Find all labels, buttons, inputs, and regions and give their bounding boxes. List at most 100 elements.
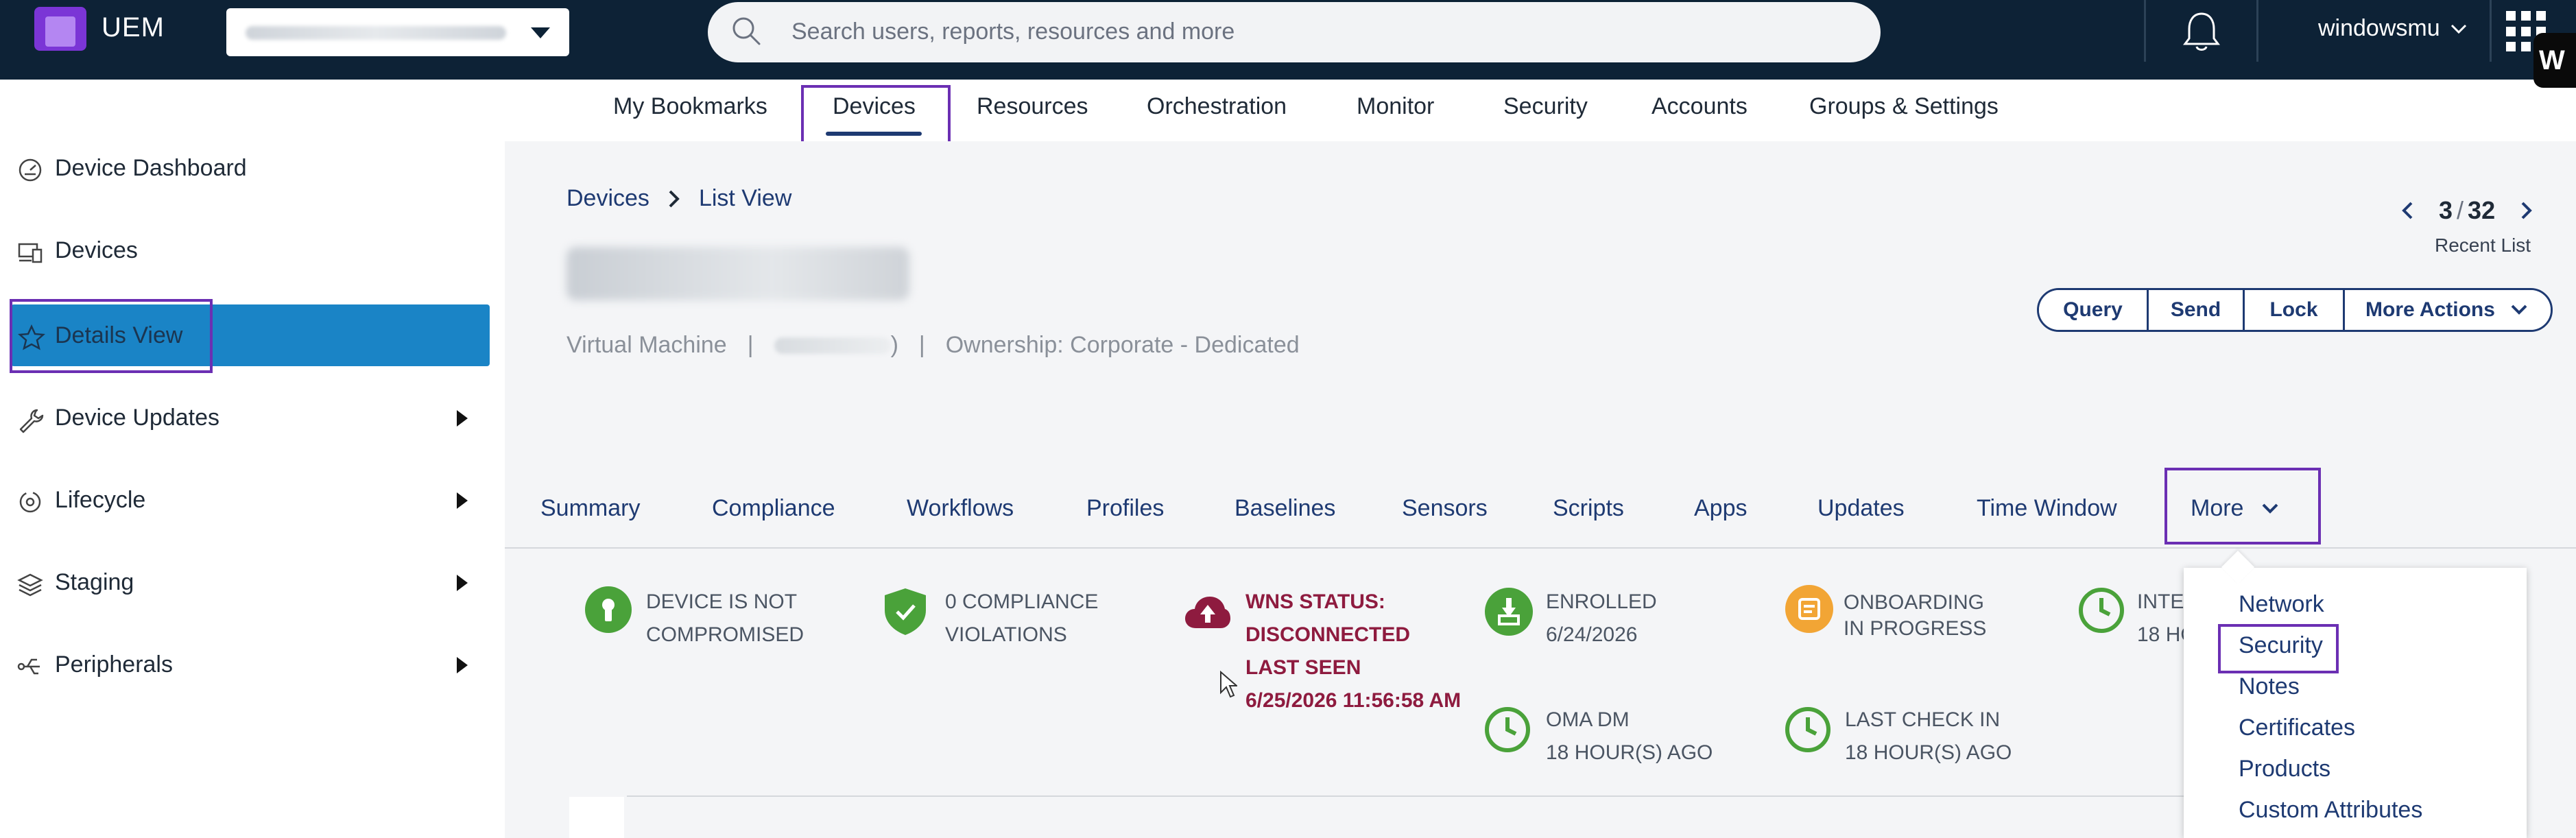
highlight-box-more bbox=[2164, 468, 2321, 544]
menu-item-certificates[interactable]: Certificates bbox=[2239, 715, 2355, 741]
username: windowsmu bbox=[2318, 15, 2440, 41]
topbar-divider bbox=[2256, 0, 2258, 62]
clock-icon bbox=[1785, 707, 1830, 752]
more-actions-button[interactable]: More Actions bbox=[2345, 290, 2551, 330]
expand-arrow-icon[interactable] bbox=[457, 575, 468, 591]
layers-icon bbox=[17, 573, 43, 597]
tab-apps[interactable]: Apps bbox=[1694, 495, 1748, 522]
clock-icon bbox=[2079, 588, 2124, 633]
breadcrumb-list-view-link[interactable]: List View bbox=[699, 185, 791, 212]
devices-icon bbox=[18, 243, 43, 263]
nav-orchestration[interactable]: Orchestration bbox=[1147, 93, 1287, 120]
query-button[interactable]: Query bbox=[2039, 290, 2149, 330]
sidebar-item-device-dashboard[interactable]: Device Dashboard bbox=[0, 137, 491, 199]
chevron-left-icon[interactable] bbox=[2400, 200, 2416, 221]
device-os-redacted bbox=[774, 337, 891, 354]
sidebar-item-label: Devices bbox=[55, 237, 138, 263]
sidebar-item-staging[interactable]: Staging bbox=[0, 551, 491, 613]
lock-button[interactable]: Lock bbox=[2245, 290, 2345, 330]
menu-item-custom-attributes[interactable]: Custom Attributes bbox=[2239, 797, 2422, 824]
chevron-right-icon[interactable] bbox=[2518, 200, 2533, 221]
global-search[interactable] bbox=[708, 2, 1881, 62]
nav-monitor[interactable]: Monitor bbox=[1357, 93, 1434, 120]
expand-arrow-icon[interactable] bbox=[457, 410, 468, 427]
chevron-right-icon bbox=[669, 190, 680, 207]
nav-resources[interactable]: Resources bbox=[977, 93, 1088, 120]
status-compliance: 0 COMPLIANCE VIOLATIONS bbox=[945, 590, 1099, 646]
more-actions-label: More Actions bbox=[2365, 298, 2495, 321]
clock-icon bbox=[1485, 707, 1530, 752]
search-input[interactable] bbox=[791, 16, 1820, 47]
tab-sensors[interactable]: Sensors bbox=[1402, 495, 1488, 522]
nav-security[interactable]: Security bbox=[1503, 93, 1588, 120]
mouse-cursor-icon bbox=[1220, 671, 1237, 698]
status-onboarding: ONBOARDING IN PROGRESS bbox=[1844, 591, 1987, 640]
tab-baselines[interactable]: Baselines bbox=[1235, 495, 1335, 522]
highlight-box-security bbox=[2218, 624, 2339, 673]
padlock-ok-icon bbox=[585, 586, 632, 633]
caret-down-icon bbox=[531, 27, 550, 38]
meta-separator: | bbox=[747, 332, 754, 358]
tab-compliance[interactable]: Compliance bbox=[712, 495, 835, 522]
user-menu[interactable]: windowsmu bbox=[2318, 15, 2468, 42]
lifecycle-icon bbox=[19, 491, 41, 513]
breadcrumb-devices-link[interactable]: Devices bbox=[567, 185, 649, 212]
sidebar: Device Dashboard Devices Details View De… bbox=[0, 137, 501, 838]
search-icon bbox=[732, 17, 761, 45]
nav-accounts[interactable]: Accounts bbox=[1651, 93, 1748, 120]
tab-updates[interactable]: Updates bbox=[1817, 495, 1905, 522]
pager-separator: / bbox=[2457, 196, 2464, 224]
uem-logo[interactable] bbox=[34, 7, 86, 51]
wrench-icon bbox=[19, 409, 44, 433]
status-enrolled: ENROLLED 6/24/2026 bbox=[1546, 590, 1657, 646]
sidebar-item-device-updates[interactable]: Device Updates bbox=[0, 387, 491, 448]
tab-scripts[interactable]: Scripts bbox=[1553, 495, 1624, 522]
sidebar-item-label: Lifecycle bbox=[55, 487, 146, 513]
send-button[interactable]: Send bbox=[2149, 290, 2245, 330]
organization-group-select[interactable] bbox=[226, 8, 569, 56]
tabs-divider bbox=[505, 547, 2576, 549]
recent-list-label: Recent List bbox=[2435, 235, 2531, 256]
sidebar-item-peripherals[interactable]: Peripherals bbox=[0, 634, 491, 695]
highlight-box-details-view bbox=[10, 299, 213, 373]
peripherals-icon bbox=[17, 658, 40, 675]
sidebar-item-label: Peripherals bbox=[55, 651, 173, 678]
notifications-bell-icon[interactable] bbox=[2181, 10, 2222, 53]
onboarding-icon bbox=[1785, 585, 1833, 633]
pager-current: 3 bbox=[2439, 196, 2453, 224]
sidebar-item-devices[interactable]: Devices bbox=[0, 219, 491, 281]
menu-item-products[interactable]: Products bbox=[2239, 756, 2330, 782]
menu-item-network[interactable]: Network bbox=[2239, 591, 2324, 618]
sidebar-item-label: Staging bbox=[55, 569, 134, 595]
nav-groups-settings[interactable]: Groups & Settings bbox=[1809, 93, 1999, 120]
chevron-down-icon bbox=[2450, 24, 2466, 34]
brand-name: UEM bbox=[102, 12, 165, 43]
more-tabs-dropdown: Network Security Notes Certificates Prod… bbox=[2184, 568, 2527, 838]
organization-name-redacted bbox=[246, 26, 506, 40]
sidebar-item-label: Device Dashboard bbox=[55, 155, 247, 181]
pager-position: 3/32 bbox=[2439, 196, 2495, 225]
chevron-down-icon bbox=[2511, 304, 2527, 315]
device-type: Virtual Machine bbox=[567, 332, 727, 358]
pager-total: 32 bbox=[2468, 196, 2496, 224]
sidebar-item-lifecycle[interactable]: Lifecycle bbox=[0, 469, 491, 531]
enrolled-download-icon bbox=[1485, 588, 1533, 636]
tab-summary[interactable]: Summary bbox=[540, 495, 640, 522]
device-name-redacted bbox=[567, 247, 909, 300]
expand-arrow-icon[interactable] bbox=[457, 657, 468, 673]
device-action-group: Query Send Lock More Actions bbox=[2037, 288, 2553, 332]
tab-workflows[interactable]: Workflows bbox=[907, 495, 1014, 522]
cloud-upload-icon bbox=[1185, 597, 1230, 628]
tab-profiles[interactable]: Profiles bbox=[1086, 495, 1164, 522]
tab-time-window[interactable]: Time Window bbox=[1977, 495, 2117, 522]
status-oma-dm: OMA DM 18 HOUR(S) AGO bbox=[1546, 708, 1713, 764]
content-divider bbox=[627, 795, 2328, 797]
expand-arrow-icon[interactable] bbox=[457, 492, 468, 509]
content-card-edge bbox=[569, 797, 624, 838]
breadcrumb: Devices List View bbox=[567, 185, 791, 212]
meta-separator: | bbox=[918, 332, 925, 358]
topbar-divider bbox=[2490, 0, 2492, 62]
nav-my-bookmarks[interactable]: My Bookmarks bbox=[613, 93, 767, 120]
recent-list-pager: 3/32 bbox=[2400, 196, 2533, 225]
menu-item-notes[interactable]: Notes bbox=[2239, 673, 2300, 700]
